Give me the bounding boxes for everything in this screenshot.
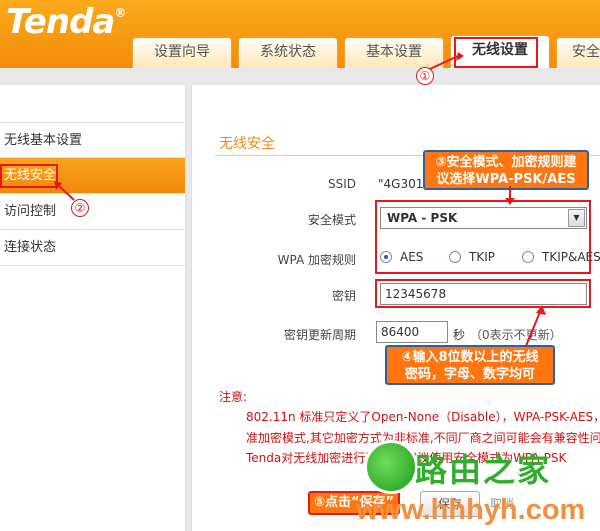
renew-unit: 秒 bbox=[453, 328, 466, 342]
renew-period-label: 密钥更新周期 bbox=[283, 328, 356, 342]
mode-rule-highlight-box bbox=[375, 200, 591, 274]
key-label: 密钥 bbox=[331, 289, 356, 303]
sidebar-highlight-box bbox=[0, 164, 58, 188]
notice-title: 注意: bbox=[219, 390, 248, 404]
wpa-rule-label: WPA 加密规则 bbox=[277, 253, 356, 267]
security-mode-label: 安全模式 bbox=[307, 213, 356, 227]
step4-arrow bbox=[525, 305, 546, 347]
step3-arrow bbox=[505, 186, 515, 205]
page-title: 无线安全 bbox=[219, 136, 275, 152]
tab-security[interactable]: 安全 bbox=[556, 37, 600, 68]
step2-arrow bbox=[54, 181, 75, 201]
sidebar-item-connection-status[interactable]: 连接状态 bbox=[0, 230, 185, 266]
tab-system-status[interactable]: 系统状态 bbox=[238, 37, 338, 68]
sidebar: 无线基本设置 无线安全 访问控制 连接状态 bbox=[0, 85, 186, 531]
watermark-name: 路由之家 bbox=[415, 451, 552, 489]
tenda-logo: Tenda® bbox=[6, 2, 126, 42]
renew-period-input[interactable]: 86400 bbox=[376, 321, 448, 343]
watermark-url: www.hhhyh.com bbox=[356, 494, 586, 526]
sidebar-item-access-control[interactable]: 访问控制 bbox=[0, 194, 185, 230]
sidebar-item-wireless-basic[interactable]: 无线基本设置 bbox=[0, 122, 185, 158]
ssid-value: "4G301" bbox=[378, 177, 429, 191]
notice-line-1: 802.11n 标准只定义了Open-None（Disable），WPA-PSK… bbox=[246, 410, 600, 424]
notice-line-2: 准加密模式,其它加密方式为非标准,不同厂商之间可能会有兼容性问题 bbox=[246, 431, 600, 445]
step3-callout: ③安全模式、加密规则建 议选择WPA-PSK/AES bbox=[423, 150, 589, 190]
tab-setup-wizard[interactable]: 设置向导 bbox=[132, 37, 232, 68]
key-highlight-box bbox=[375, 279, 591, 308]
step1-arrow bbox=[429, 52, 464, 70]
step4-callout: ④输入8位数以上的无线 密码，字母、数字均可 bbox=[385, 345, 555, 385]
watermark-logo-icon bbox=[364, 440, 418, 494]
ssid-label: SSID bbox=[327, 177, 356, 191]
